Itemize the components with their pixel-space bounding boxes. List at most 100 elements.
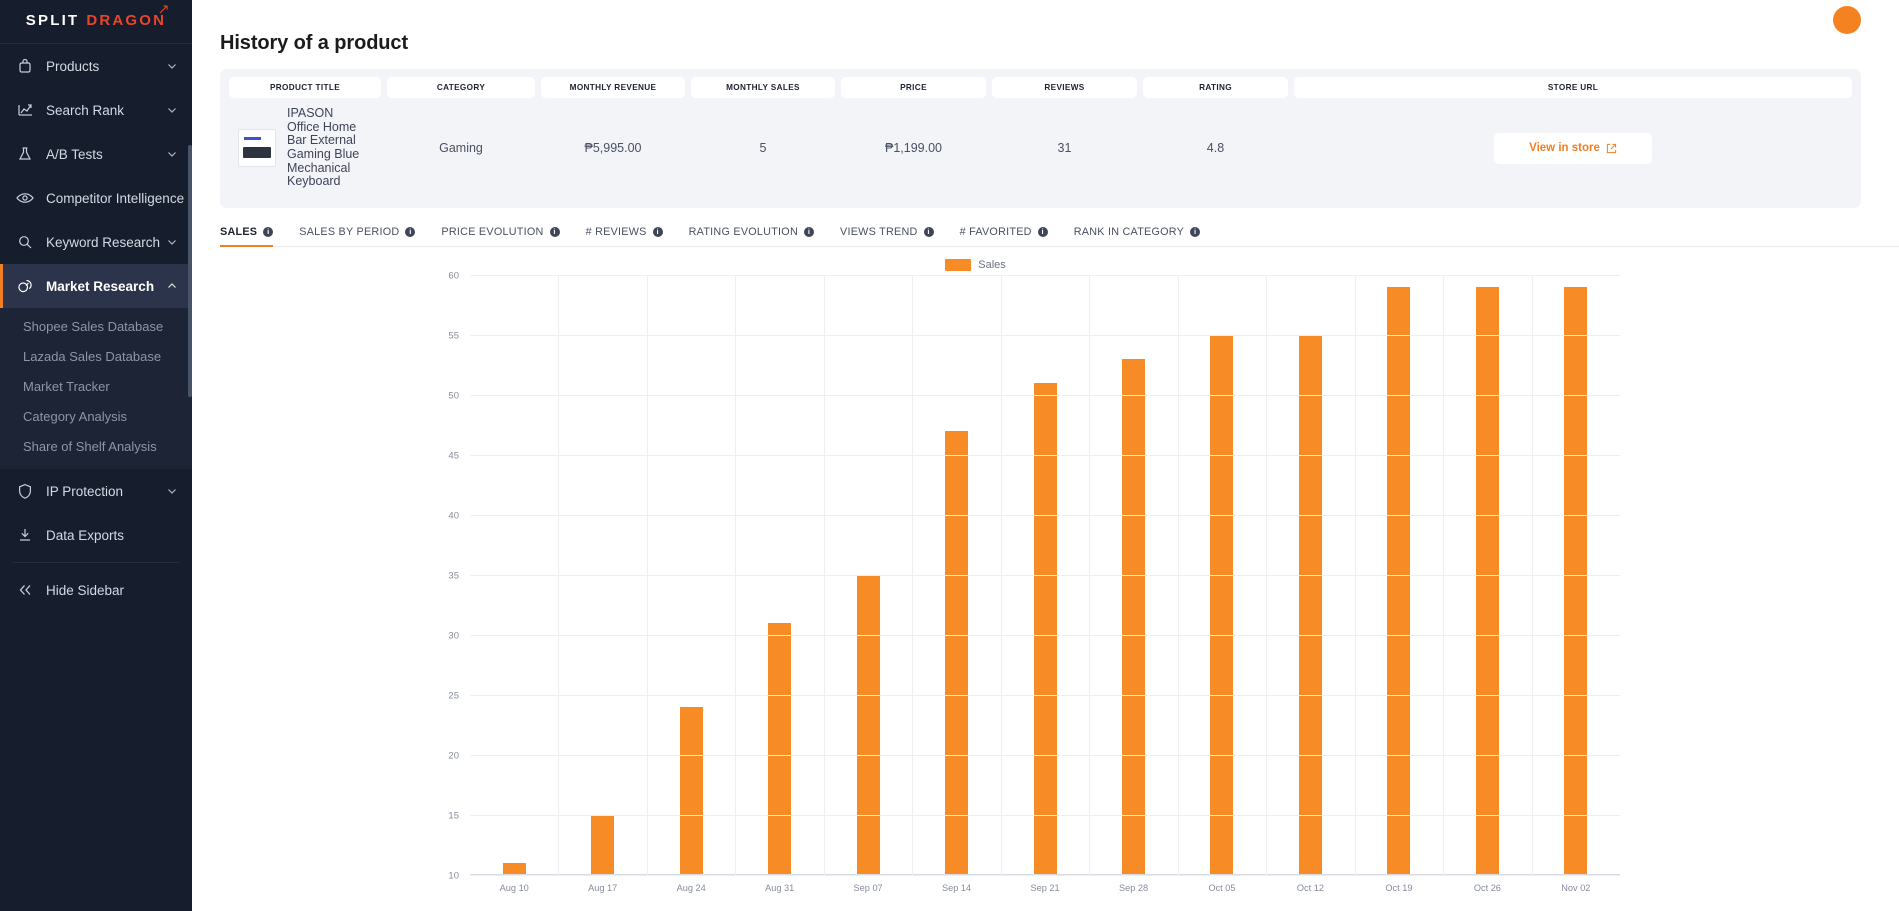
tab-price-evolution[interactable]: PRICE EVOLUTION i	[441, 226, 576, 246]
info-icon[interactable]: i	[652, 227, 663, 237]
search-icon	[15, 232, 35, 252]
chart-bar[interactable]	[768, 623, 792, 875]
info-icon[interactable]: i	[1037, 227, 1048, 237]
chart-y-tick-label: 30	[448, 630, 459, 642]
tab-sales[interactable]: SALES i	[220, 226, 290, 247]
chart-bar[interactable]	[1033, 383, 1057, 875]
sidebar-item-products[interactable]: Products	[0, 44, 192, 88]
external-link-icon	[1606, 143, 1616, 153]
tab-reviews[interactable]: # REVIEWS i	[586, 226, 680, 246]
chart-x-tick-label: Aug 24	[676, 883, 706, 893]
column-header-monthly-sales: MONTHLY SALES	[691, 77, 835, 98]
sidebar-item-ab-tests[interactable]: A/B Tests	[0, 132, 192, 176]
chart-y-tick-label: 10	[448, 870, 459, 882]
sidebar-subitem-market-tracker[interactable]: Market Tracker	[0, 371, 192, 401]
sidebar-item-search-rank[interactable]: Search Rank	[0, 88, 192, 132]
chart-vertical-gridline	[1443, 275, 1445, 875]
chart-bar[interactable]	[591, 815, 615, 875]
view-in-store-button[interactable]: View in store	[1494, 132, 1652, 164]
view-in-store-label: View in store	[1529, 142, 1600, 154]
chart-vertical-gridline	[1354, 275, 1356, 875]
column-header-store-url: STORE URL	[1294, 77, 1852, 98]
sidebar-item-keyword-research[interactable]: Keyword Research	[0, 220, 192, 264]
info-icon[interactable]: i	[405, 227, 416, 237]
chevron-down-icon	[168, 240, 176, 245]
column-header-category: CATEGORY	[387, 77, 535, 98]
sidebar-item-label: Search Rank	[46, 102, 125, 118]
chart-gridline: 25	[448, 691, 1620, 702]
chart-bar[interactable]	[1564, 287, 1588, 875]
chart-bar[interactable]	[1387, 287, 1411, 875]
info-icon[interactable]: i	[549, 227, 560, 237]
chart-x-tick-label: Aug 10	[499, 883, 529, 893]
eye-icon	[15, 188, 35, 208]
chart-y-tick-label: 55	[448, 330, 459, 342]
chart-x-axis-labels: Aug 10 Aug 17 Aug 24 Aug 31 Sep 07 Sep 14 Sep …	[470, 875, 1620, 893]
chart-x-tick-label: Sep 14	[942, 883, 972, 893]
avatar[interactable]	[1833, 6, 1861, 34]
chart-bar[interactable]	[1122, 359, 1146, 875]
info-icon[interactable]: i	[804, 227, 815, 237]
info-icon[interactable]: i	[263, 227, 274, 237]
chart-x-tick-label: Oct 12	[1296, 883, 1324, 893]
chart-gridline: 10	[448, 871, 1620, 882]
page-title: History of a product	[220, 32, 409, 54]
chart-bar[interactable]	[679, 707, 703, 875]
chevron-down-icon	[168, 108, 176, 113]
bag-icon	[15, 56, 35, 76]
column-header-product-title: PRODUCT TITLE	[229, 77, 381, 98]
arrow-up-icon	[159, 5, 168, 14]
tab-sales-by-period[interactable]: SALES BY PERIOD i	[299, 226, 432, 246]
tab-views-trend[interactable]: VIEWS TREND i	[840, 226, 951, 246]
tab-rank-in-category[interactable]: RANK IN CATEGORY i	[1074, 226, 1217, 246]
chart-gridline: 35	[448, 571, 1620, 582]
market-icon	[15, 276, 35, 296]
tab-favorited[interactable]: # FAVORITED i	[960, 226, 1065, 246]
chart-vertical-gridline	[735, 275, 737, 875]
chart-plot-area: Aug 10 Aug 17 Aug 24 Aug 31 Sep 07 Sep 14 Sep …	[448, 271, 1620, 893]
chart-vertical-gridline	[1266, 275, 1268, 875]
sidebar-subitem-shopee-sales-database[interactable]: Shopee Sales Database	[0, 311, 192, 341]
chart-x-tick-label: Sep 07	[853, 883, 883, 893]
brand-dragon: DRAGON	[86, 5, 168, 29]
chart-gridline: 45	[448, 451, 1620, 462]
chevrons-left-icon	[15, 580, 35, 600]
chart-tabs: SALES i SALES BY PERIOD i PRICE EVOLUTIO…	[220, 226, 1899, 247]
info-icon[interactable]: i	[923, 227, 934, 237]
chart-bar[interactable]	[1475, 287, 1499, 875]
chart-bar[interactable]	[856, 575, 880, 875]
sidebar-item-market-research[interactable]: Market Research	[0, 264, 192, 308]
column-header-price: PRICE	[841, 77, 986, 98]
tab-label: # FAVORITED	[959, 226, 1032, 238]
sidebar-item-label: Products	[46, 58, 100, 74]
sidebar-item-ip-protection[interactable]: IP Protection	[0, 469, 192, 513]
tab-label: VIEWS TREND	[840, 226, 918, 238]
chart-y-tick-label: 60	[448, 270, 459, 282]
info-icon[interactable]: i	[1190, 227, 1201, 237]
legend-swatch-sales[interactable]	[945, 259, 972, 271]
sidebar-item-label: A/B Tests	[46, 146, 103, 162]
chart-bar[interactable]	[945, 431, 969, 875]
chart-gridline: 55	[448, 331, 1620, 342]
tab-label: # REVIEWS	[585, 226, 647, 238]
brand-logo[interactable]: SPLIT DRAGON	[0, 0, 192, 44]
tab-rating-evolution[interactable]: RATING EVOLUTION i	[689, 226, 831, 246]
chart-x-tick-label: Sep 21	[1030, 883, 1060, 893]
chart-x-tick-label: Nov 02	[1561, 883, 1591, 893]
chart-x-tick-label: Aug 31	[765, 883, 795, 893]
sidebar-subitem-share-of-shelf-analysis[interactable]: Share of Shelf Analysis	[0, 431, 192, 461]
chart-y-tick-label: 40	[448, 510, 459, 522]
sidebar-subitem-lazada-sales-database[interactable]: Lazada Sales Database	[0, 341, 192, 371]
sidebar-subitem-category-analysis[interactable]: Category Analysis	[0, 401, 192, 431]
cell-category: Gaming	[439, 141, 483, 155]
chart-vertical-gridline	[1000, 275, 1002, 875]
chart-bar[interactable]	[1210, 335, 1234, 875]
sidebar-item-competitor-intelligence[interactable]: Competitor Intelligence	[0, 176, 192, 220]
chart-vertical-gridline	[1089, 275, 1091, 875]
sidebar-item-data-exports[interactable]: Data Exports	[0, 513, 192, 557]
hide-sidebar-button[interactable]: Hide Sidebar	[0, 568, 192, 612]
cell-reviews: 31	[1057, 141, 1072, 155]
chart-bar[interactable]	[1298, 335, 1322, 875]
chart-x-tick-label: Aug 17	[588, 883, 618, 893]
chart-vertical-gridline	[1531, 275, 1533, 875]
